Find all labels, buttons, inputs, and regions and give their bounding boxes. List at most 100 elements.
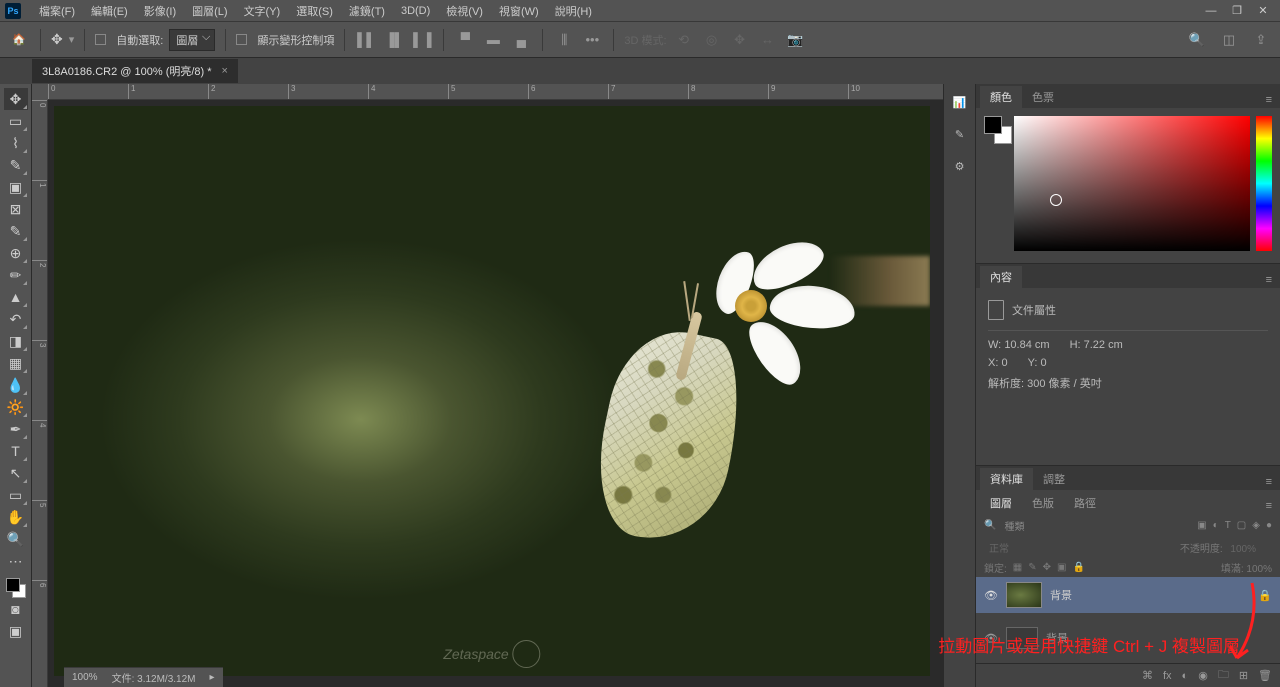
align-center-v-icon[interactable]: ▬ (482, 29, 504, 51)
menu-type[interactable]: 文字(Y) (236, 3, 289, 19)
zoom-level[interactable]: 100% (72, 672, 98, 683)
screen-mode-tool[interactable]: ▣ (4, 620, 28, 642)
tab-adjustments[interactable]: 調整 (1033, 468, 1075, 490)
panel-menu-icon[interactable]: ≡ (1258, 498, 1280, 514)
dodge-tool[interactable]: 🔆 (4, 396, 28, 418)
close-button[interactable]: ✕ (1256, 4, 1270, 18)
menu-help[interactable]: 說明(H) (547, 3, 600, 19)
visibility-toggle-icon[interactable]: 👁 (984, 589, 998, 602)
layer-thumbnail[interactable] (1006, 582, 1042, 608)
tab-color[interactable]: 顏色 (980, 86, 1022, 108)
tab-libraries[interactable]: 資料庫 (980, 468, 1033, 490)
panel-color-swatch[interactable] (984, 116, 1008, 140)
menu-file[interactable]: 檔案(F) (31, 3, 83, 19)
link-layers-icon[interactable]: ⌘ (1142, 669, 1153, 682)
eyedropper-tool[interactable]: ✎ (4, 220, 28, 242)
gradient-tool[interactable]: ▦ (4, 352, 28, 374)
filter-toggle[interactable]: ● (1266, 520, 1272, 531)
close-tab-icon[interactable]: × (222, 65, 228, 77)
adjustment-layer-icon[interactable]: ◉ (1198, 669, 1208, 682)
document-tab[interactable]: 3L8A0186.CR2 @ 100% (明亮/8) * × (32, 59, 238, 83)
auto-select-dropdown[interactable]: 圖層 (169, 29, 215, 51)
edit-toolbar[interactable]: ⋯ (4, 550, 28, 572)
align-left-icon[interactable]: ▌▌ (355, 29, 377, 51)
auto-select-checkbox[interactable] (95, 34, 106, 45)
shape-tool[interactable]: ▭ (4, 484, 28, 506)
layer-filter-kind[interactable]: 種類 (1004, 518, 1024, 533)
brush-tool[interactable]: ✏ (4, 264, 28, 286)
lock-transparency-icon[interactable]: ▦ (1013, 562, 1022, 573)
type-tool[interactable]: T (4, 440, 28, 462)
crop-tool[interactable]: ▣ (4, 176, 28, 198)
align-right-icon[interactable]: ▌▐ (411, 29, 433, 51)
panel-menu-icon[interactable]: ≡ (1258, 474, 1280, 490)
filter-type-icon[interactable]: T (1225, 520, 1231, 531)
layer-name[interactable]: 背景 (1050, 587, 1072, 603)
move-tool[interactable]: ✥ (4, 88, 28, 110)
tab-layers[interactable]: 圖層 (980, 492, 1022, 514)
canvas-image[interactable]: Zetaspace (54, 106, 930, 676)
pen-tool[interactable]: ✒ (4, 418, 28, 440)
menu-3d[interactable]: 3D(D) (393, 5, 438, 17)
panel-menu-icon[interactable]: ≡ (1258, 92, 1280, 108)
more-icon[interactable]: ••• (581, 29, 603, 51)
tab-swatches[interactable]: 色票 (1022, 86, 1064, 108)
marquee-tool[interactable]: ▭ (4, 110, 28, 132)
align-top-icon[interactable]: ▀ (454, 29, 476, 51)
color-picker[interactable] (1014, 116, 1250, 251)
tab-properties[interactable]: 內容 (980, 266, 1022, 288)
stamp-tool[interactable]: ▲ (4, 286, 28, 308)
menu-select[interactable]: 選取(S) (288, 3, 341, 19)
color-swatch[interactable] (6, 578, 26, 598)
history-brush-tool[interactable]: ↶ (4, 308, 28, 330)
show-transform-checkbox[interactable] (236, 34, 247, 45)
lock-paint-icon[interactable]: ✎ (1028, 562, 1036, 573)
zoom-tool[interactable]: 🔍 (4, 528, 28, 550)
align-center-h-icon[interactable]: ▐▌ (383, 29, 405, 51)
workspace-icon[interactable]: ◫ (1218, 29, 1240, 51)
filter-smart-icon[interactable]: ◈ (1252, 520, 1260, 531)
maximize-button[interactable]: ❐ (1230, 4, 1244, 18)
menu-image[interactable]: 影像(I) (136, 3, 184, 19)
brush-presets-icon[interactable]: ✎ (950, 124, 970, 144)
search-icon[interactable]: 🔍 (1186, 29, 1208, 51)
path-select-tool[interactable]: ↖ (4, 462, 28, 484)
quick-select-tool[interactable]: ✎ (4, 154, 28, 176)
hand-tool[interactable]: ✋ (4, 506, 28, 528)
tab-paths[interactable]: 路徑 (1064, 492, 1106, 514)
filter-adjust-icon[interactable]: ◐ (1213, 520, 1219, 531)
distribute-h-icon[interactable]: ⫼ (553, 29, 575, 51)
menu-edit[interactable]: 編輯(E) (83, 3, 136, 19)
lock-position-icon[interactable]: ✥ (1043, 562, 1051, 573)
filter-image-icon[interactable]: ▣ (1197, 520, 1206, 531)
menu-layer[interactable]: 圖層(L) (184, 3, 235, 19)
fx-icon[interactable]: fx (1163, 670, 1172, 682)
mask-icon[interactable]: ◐ (1182, 670, 1189, 682)
adjustments-icon[interactable]: ⚙ (950, 156, 970, 176)
histogram-icon[interactable]: 📊 (950, 92, 970, 112)
3d-roll-icon: ◎ (701, 29, 723, 51)
lock-all-icon[interactable]: 🔒 (1072, 562, 1084, 573)
fill-input[interactable]: 100% (1246, 564, 1272, 575)
menu-view[interactable]: 檢視(V) (438, 3, 491, 19)
eraser-tool[interactable]: ◨ (4, 330, 28, 352)
menu-window[interactable]: 視窗(W) (491, 3, 547, 19)
frame-tool[interactable]: ⊠ (4, 198, 28, 220)
lasso-tool[interactable]: ⌇ (4, 132, 28, 154)
blur-tool[interactable]: 💧 (4, 374, 28, 396)
blend-mode-dropdown[interactable]: 正常 (984, 539, 1054, 556)
hue-slider[interactable] (1256, 116, 1272, 251)
menu-filter[interactable]: 濾鏡(T) (341, 3, 393, 19)
tab-channels[interactable]: 色版 (1022, 492, 1064, 514)
opacity-input[interactable]: 100% (1225, 543, 1272, 556)
filter-shape-icon[interactable]: ▢ (1237, 520, 1246, 531)
panel-menu-icon[interactable]: ≡ (1258, 272, 1280, 288)
home-button[interactable]: 🏠 (8, 29, 30, 51)
minimize-button[interactable]: — (1204, 4, 1218, 18)
move-tool-icon: ✥ (51, 31, 63, 48)
lock-artboard-icon[interactable]: ▣ (1057, 562, 1066, 573)
align-bottom-icon[interactable]: ▄ (510, 29, 532, 51)
heal-tool[interactable]: ⊕ (4, 242, 28, 264)
share-icon[interactable]: ⇪ (1250, 29, 1272, 51)
quick-mask-tool[interactable]: ◙ (4, 598, 28, 620)
